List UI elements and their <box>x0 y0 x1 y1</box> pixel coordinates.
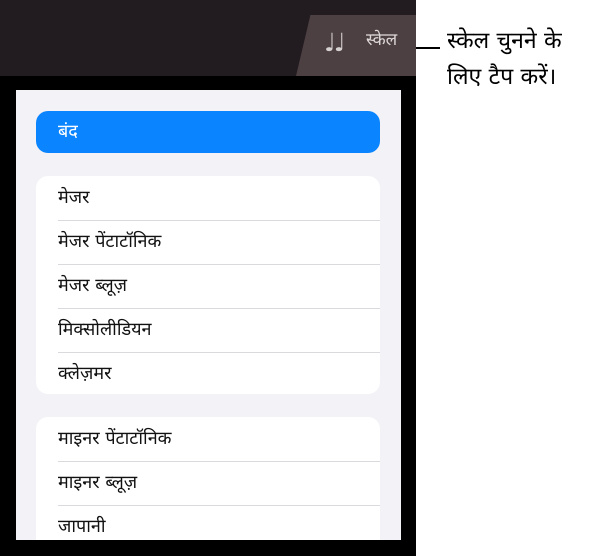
app-window: ♩♩ स्केल बंद मेजर मेजर पेंटाटॉनिक मेजर ब… <box>0 0 416 556</box>
music-notes-icon[interactable]: ♩♩ <box>324 30 346 55</box>
major-scale-group: मेजर मेजर पेंटाटॉनिक मेजर ब्लूज़ मिक्सोल… <box>36 176 380 394</box>
scale-option-major-blues[interactable]: मेजर ब्लूज़ <box>36 264 380 308</box>
callout-text: स्केल चुनने के लिए टैप करें। <box>447 28 562 90</box>
scale-option-major[interactable]: मेजर <box>36 176 380 220</box>
callout-line <box>416 47 440 49</box>
scale-option-mixolydian[interactable]: मिक्सोलीडियन <box>36 308 380 352</box>
scale-option-minor-blues[interactable]: माइनर ब्लूज़ <box>36 461 380 505</box>
scale-popover: बंद मेजर मेजर पेंटाटॉनिक मेजर ब्लूज़ मिक… <box>16 90 401 540</box>
scale-option-major-pentatonic[interactable]: मेजर पेंटाटॉनिक <box>36 220 380 264</box>
scale-option-japanese[interactable]: जापानी <box>36 505 380 540</box>
scale-option-klezmer[interactable]: क्लेज़मर <box>36 352 380 394</box>
scale-tab-label[interactable]: स्केल <box>366 32 397 49</box>
scale-tab[interactable] <box>296 15 416 76</box>
minor-scale-group: माइनर पेंटाटॉनिक माइनर ब्लूज़ जापानी <box>36 417 380 540</box>
screenshot-stage: ♩♩ स्केल बंद मेजर मेजर पेंटाटॉनिक मेजर ब… <box>0 0 593 556</box>
off-button[interactable]: बंद <box>36 111 380 153</box>
scale-option-minor-pentatonic[interactable]: माइनर पेंटाटॉनिक <box>36 417 380 461</box>
